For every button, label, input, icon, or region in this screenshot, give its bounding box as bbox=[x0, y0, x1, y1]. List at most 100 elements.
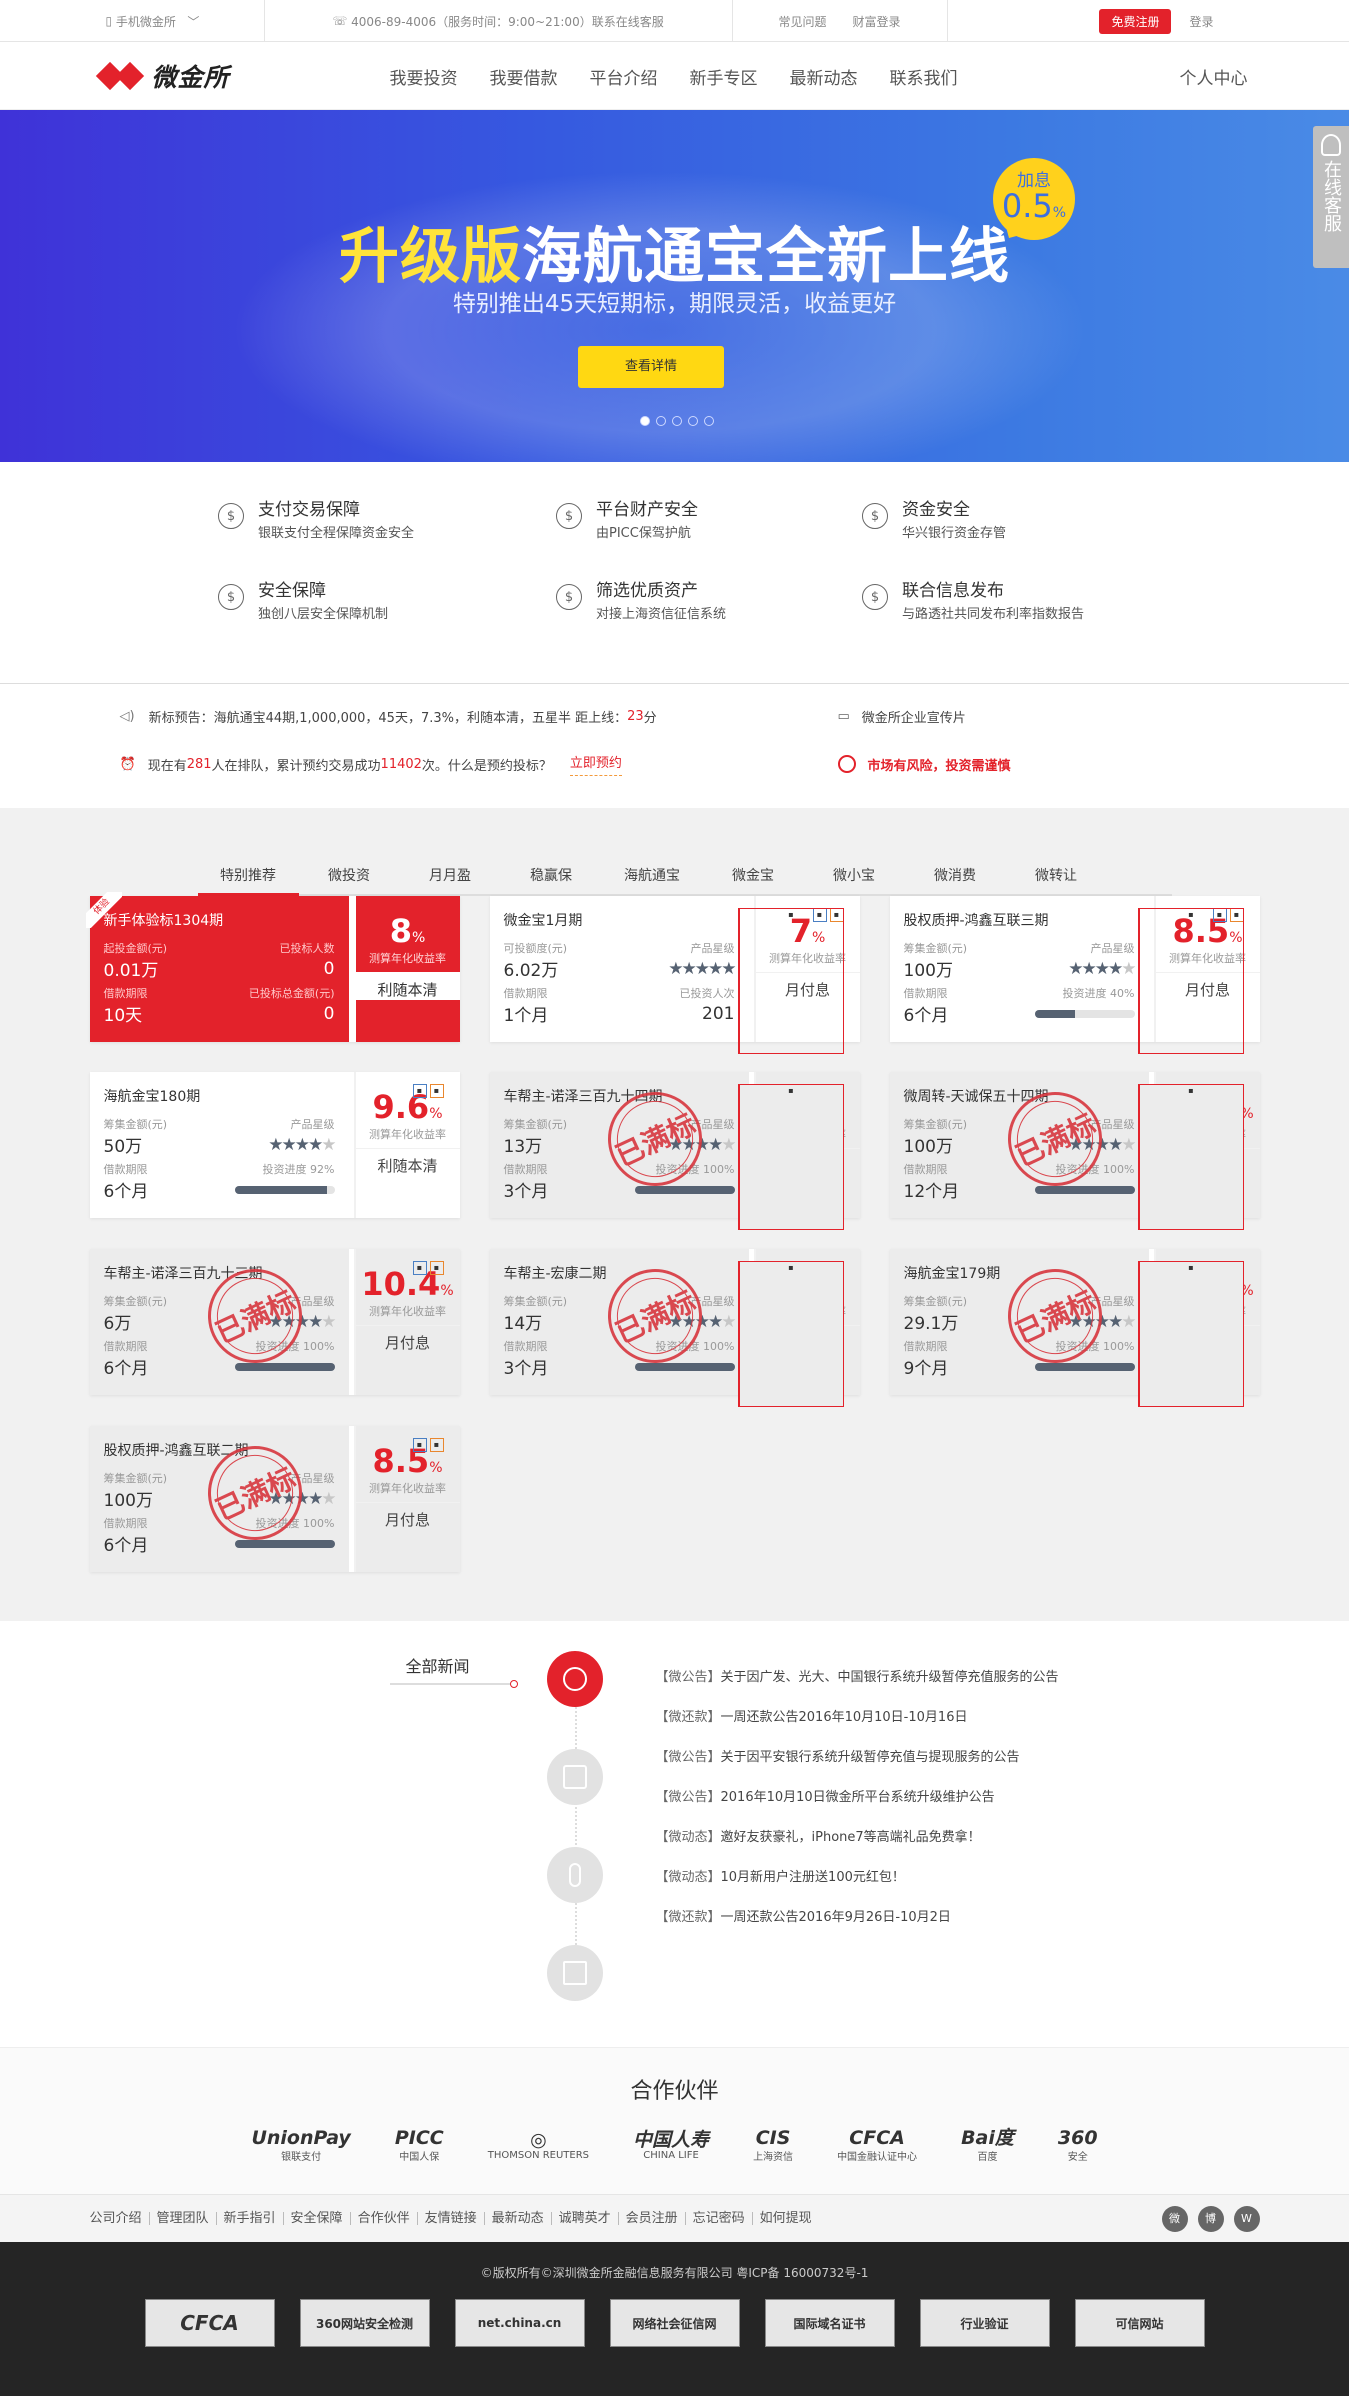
mobile-link[interactable]: ▯ 手机微金所 ﹀ bbox=[90, 0, 265, 42]
partner-logo[interactable]: ◎ THOMSON REUTERS bbox=[480, 2125, 597, 2165]
nav-item-borrow[interactable]: 我要借款 bbox=[490, 64, 558, 89]
footer-link[interactable]: 安全保障 bbox=[284, 2212, 351, 2225]
product-name[interactable]: 海航金宝179期 bbox=[904, 1263, 1135, 1283]
partner-logo[interactable]: Bai度 百度 bbox=[953, 2125, 1022, 2165]
footer-link[interactable]: 如何提现 bbox=[753, 2212, 819, 2225]
globe-icon[interactable] bbox=[546, 1651, 603, 1707]
logo[interactable]: 微金所 bbox=[90, 58, 390, 94]
partner-logo[interactable]: UnionPay 银联支付 bbox=[243, 2125, 358, 2165]
footer-link[interactable]: 忘记密码 bbox=[686, 2212, 753, 2225]
news-title[interactable]: 一周还款公告2016年10月10日-10月16日 bbox=[721, 1710, 968, 1725]
carousel-dot[interactable] bbox=[704, 416, 714, 426]
tab-product[interactable]: 微金宝 bbox=[703, 862, 804, 896]
cert-badge[interactable]: 360网站安全检测 bbox=[299, 2299, 430, 2347]
news-item[interactable]: 【微动态】10月新用户注册送100元红包！ bbox=[656, 1866, 1059, 1906]
carousel-dot[interactable] bbox=[672, 416, 682, 426]
carousel-dot[interactable] bbox=[688, 416, 698, 426]
reserve-now-link[interactable]: 立即预约 bbox=[569, 752, 622, 776]
product-card[interactable]: 车帮主-诺泽三百九十三期 筹集金额(元) 产品星级 6万 ★★★★★ 借款期限 投资进度 1… bbox=[89, 1249, 460, 1395]
tab-product[interactable]: 微转让 bbox=[1006, 862, 1107, 896]
wechat-moments-icon[interactable]: W bbox=[1233, 2205, 1260, 2232]
footer-link[interactable]: 最新动态 bbox=[485, 2212, 552, 2225]
tab-product[interactable]: 月月盈 bbox=[400, 862, 501, 896]
news-item[interactable]: 【微动态】邀好友获豪礼，iPhone7等高端礼品免费拿！ bbox=[656, 1826, 1059, 1866]
cert-badge[interactable]: net.china.cn bbox=[454, 2299, 585, 2347]
news-title[interactable]: 10月新用户注册送100元红包！ bbox=[721, 1870, 905, 1885]
weibo-icon[interactable]: 博 bbox=[1197, 2205, 1224, 2232]
footer-link[interactable]: 公司介绍 bbox=[90, 2212, 150, 2225]
product-name[interactable]: 车帮主-诺泽三百九十四期 bbox=[504, 1086, 735, 1106]
footer-link[interactable]: 新手指引 bbox=[217, 2212, 284, 2225]
hotline[interactable]: ☏ 4006-89-4006（服务时间：9:00~21:00）联系在线客服 bbox=[265, 0, 733, 42]
wechat-icon[interactable]: 微 bbox=[1161, 2205, 1188, 2232]
carousel-dot[interactable] bbox=[656, 416, 666, 426]
partner-logo[interactable]: 中国人寿 CHINA LIFE bbox=[625, 2125, 717, 2165]
product-card[interactable]: 微金宝1月期 可投额度(元) 产品星级 6.02万 ★★★★★ 借款期限 已投资人次 1个月 2… bbox=[489, 896, 860, 1054]
hero-banner[interactable]: 升级版海航通宝全新上线 特别推出45天短期标，期限灵活，收益更好 加息 0.5%… bbox=[0, 110, 1349, 462]
monitor-icon[interactable] bbox=[546, 1945, 603, 2001]
news-title[interactable]: 关于因平安银行系统升级暂停充值与提现服务的公告 bbox=[721, 1750, 1020, 1765]
tab-product[interactable]: 稳赢保 bbox=[501, 862, 602, 896]
newspaper-icon[interactable] bbox=[546, 1749, 603, 1805]
tab-product[interactable]: 微小宝 bbox=[804, 862, 905, 896]
tab-product[interactable]: 特别推荐 bbox=[197, 862, 299, 896]
cert-badge[interactable]: 国际域名证书 bbox=[764, 2299, 895, 2347]
register-button[interactable]: 免费注册 bbox=[1099, 8, 1172, 34]
product-card[interactable]: 车帮主-诺泽三百九十四期 筹集金额(元) 产品星级 13万 ★★★★★ 借款期限 投资进度 … bbox=[489, 1072, 860, 1230]
cert-badge[interactable]: 可信网站 bbox=[1074, 2299, 1205, 2347]
product-name[interactable]: 海航金宝180期 bbox=[104, 1086, 335, 1106]
cert-badge[interactable]: 行业验证 bbox=[919, 2299, 1050, 2347]
footer-link[interactable]: 友情链接 bbox=[418, 2212, 485, 2225]
news-item[interactable]: 【微公告】2016年10月10日微金所平台系统升级维护公告 bbox=[656, 1786, 1059, 1826]
news-item[interactable]: 【微公告】关于因平安银行系统升级暂停充值与提现服务的公告 bbox=[656, 1746, 1059, 1786]
product-card[interactable]: 新手体验标1304期 起投金额(元) 已投标人数 0.01万 0 借款期限 已投标总金额(元… bbox=[85, 892, 460, 1042]
footer-link[interactable]: 诚聘英才 bbox=[552, 2212, 619, 2225]
news-title[interactable]: 邀好友获豪礼，iPhone7等高端礼品免费拿！ bbox=[721, 1830, 981, 1845]
cert-badge[interactable]: 网络社会征信网 bbox=[609, 2299, 740, 2347]
product-card[interactable]: 微周转-天诚保五十四期 筹集金额(元) 产品星级 100万 ★★★★★ 借款期限 投资进度 … bbox=[889, 1072, 1260, 1230]
footer-link[interactable]: 合作伙伴 bbox=[351, 2212, 418, 2225]
partner-logo[interactable]: CFCA 中国金融认证中心 bbox=[829, 2125, 925, 2165]
partner-logo[interactable]: PICC 中国人保 bbox=[387, 2125, 452, 2165]
footer-link[interactable]: 会员注册 bbox=[619, 2212, 686, 2225]
partner-logo[interactable]: CIS 上海资信 bbox=[745, 2125, 801, 2165]
tab-product[interactable]: 微投资 bbox=[299, 862, 400, 896]
tab-product[interactable]: 微消费 bbox=[905, 862, 1006, 896]
nav-item-newbie[interactable]: 新手专区 bbox=[690, 64, 758, 89]
product-card[interactable]: 车帮主-宏康二期 筹集金额(元) 产品星级 14万 ★★★★★ 借款期限 投资进度 100%… bbox=[489, 1249, 860, 1407]
nav-item-contact[interactable]: 联系我们 bbox=[890, 64, 958, 89]
product-card[interactable]: 股权质押-鸿鑫互联三期 筹集金额(元) 产品星级 100万 ★★★★★ 借款期限 投资进度 … bbox=[889, 896, 1260, 1054]
product-name[interactable]: 新手体验标1304期 bbox=[104, 910, 335, 930]
product-card[interactable]: 海航金宝179期 筹集金额(元) 产品星级 29.1万 ★★★★★ 借款期限 投资进度 10… bbox=[889, 1249, 1260, 1407]
online-service-tab[interactable]: 在线客服 bbox=[1313, 126, 1349, 268]
carousel-dot[interactable] bbox=[640, 416, 650, 426]
tab-product[interactable]: 海航通宝 bbox=[602, 862, 703, 896]
news-title[interactable]: 一周还款公告2016年9月26日-10月2日 bbox=[721, 1910, 951, 1925]
nav-item-invest[interactable]: 我要投资 bbox=[390, 64, 458, 89]
news-item[interactable]: 【微公告】关于因广发、光大、中国银行系统升级暂停充值服务的公告 bbox=[656, 1666, 1059, 1706]
product-name[interactable]: 微周转-天诚保五十四期 bbox=[904, 1086, 1135, 1106]
all-news-link[interactable]: 全部新闻 bbox=[406, 1653, 470, 1677]
news-item[interactable]: 【微还款】一周还款公告2016年10月10日-10月16日 bbox=[656, 1706, 1059, 1746]
footer-link[interactable]: 管理团队 bbox=[150, 2212, 217, 2225]
product-card[interactable]: 股权质押-鸿鑫互联二期 筹集金额(元) 产品星级 100万 ★★★★★ 借款期限 投资进度 … bbox=[89, 1426, 460, 1572]
news-title[interactable]: 关于因广发、光大、中国银行系统升级暂停充值服务的公告 bbox=[721, 1670, 1059, 1685]
login-link[interactable]: 登录 bbox=[1189, 13, 1213, 30]
nav-item-platform[interactable]: 平台介绍 bbox=[590, 64, 658, 89]
cert-badge[interactable]: CFCA bbox=[144, 2299, 275, 2347]
partner-logo[interactable]: 360 安全 bbox=[1050, 2125, 1106, 2165]
user-center-link[interactable]: 个人中心 bbox=[1180, 64, 1248, 89]
banner-detail-button[interactable]: 查看详情 bbox=[578, 346, 724, 388]
news-item[interactable]: 【微还款】一周还款公告2016年9月26日-10月2日 bbox=[656, 1906, 1059, 1946]
faq-link[interactable]: 常见问题 bbox=[778, 13, 826, 30]
nav-item-news[interactable]: 最新动态 bbox=[790, 64, 858, 89]
product-name[interactable]: 车帮主-诺泽三百九十三期 bbox=[104, 1263, 335, 1283]
promo-video-link[interactable]: ▭ 微金所企业宣传片 bbox=[838, 707, 966, 726]
product-name[interactable]: 车帮主-宏康二期 bbox=[504, 1263, 735, 1283]
product-name[interactable]: 股权质押-鸿鑫互联三期 bbox=[904, 910, 1135, 930]
product-card[interactable]: 海航金宝180期 筹集金额(元) 产品星级 50万 ★★★★★ 借款期限 投资进度 92% 6… bbox=[89, 1072, 460, 1218]
microphone-icon[interactable] bbox=[546, 1847, 603, 1903]
product-name[interactable]: 微金宝1月期 bbox=[504, 910, 735, 930]
fund-login-link[interactable]: 财富登录 bbox=[853, 13, 901, 30]
news-title[interactable]: 2016年10月10日微金所平台系统升级维护公告 bbox=[721, 1790, 995, 1805]
